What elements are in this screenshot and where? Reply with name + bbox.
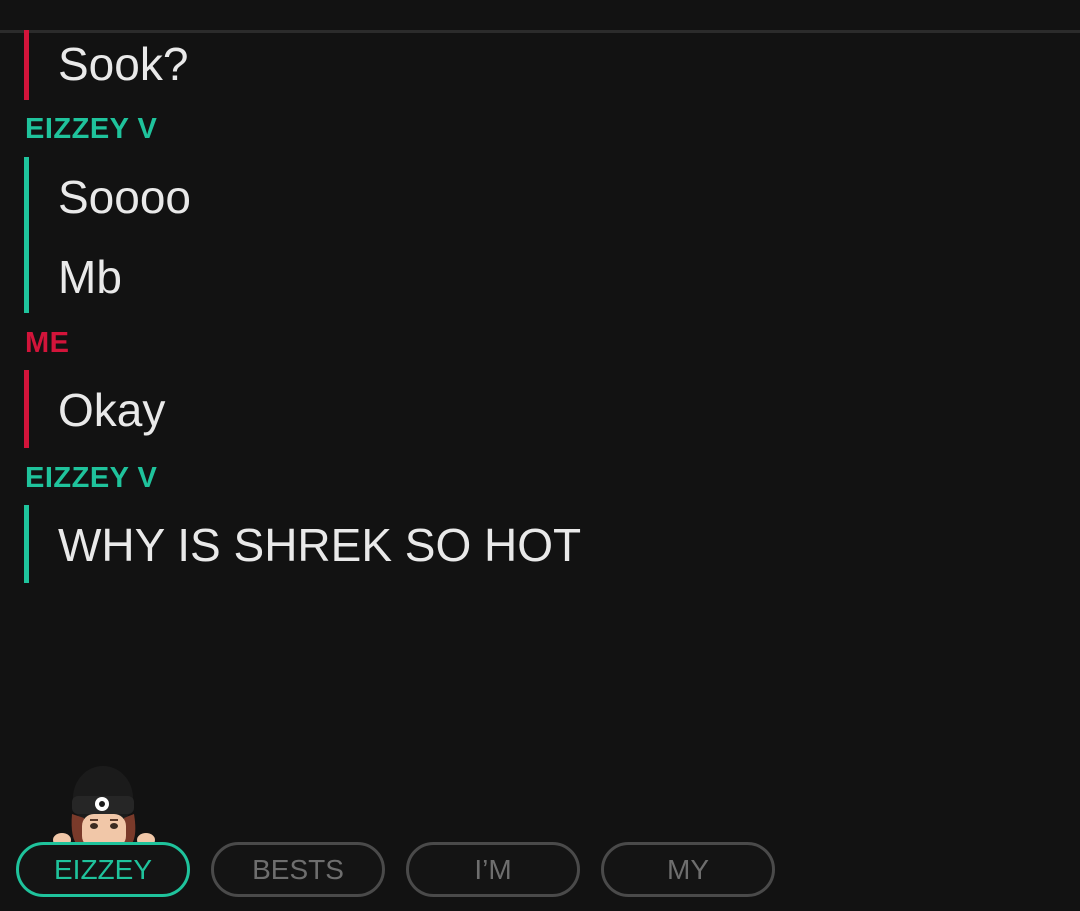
message-group-them: WHY IS SHREK SO HOT <box>24 505 581 583</box>
message-text[interactable]: Okay <box>58 382 165 438</box>
bitmoji-avatar-icon[interactable] <box>50 762 160 848</box>
chip-im[interactable]: I’M <box>406 842 580 897</box>
quick-reply-chips: EIZZEY BESTS I’M MY <box>0 842 1080 902</box>
message-text[interactable]: Sook? <box>58 36 188 92</box>
message-group-them: Soooo Mb <box>24 157 191 313</box>
top-divider <box>0 30 1080 33</box>
sender-label: EIZZEY V <box>25 113 158 145</box>
chip-bests[interactable]: BESTS <box>211 842 385 897</box>
message-text[interactable]: WHY IS SHREK SO HOT <box>58 517 581 573</box>
message-text[interactable]: Mb <box>58 249 122 305</box>
sender-label: EIZZEY V <box>25 462 158 494</box>
sender-label: ME <box>25 327 70 359</box>
message-group-me: Okay <box>24 370 165 448</box>
chip-eizzey[interactable]: EIZZEY <box>16 842 190 897</box>
message-group-me: Sook? <box>24 30 188 100</box>
message-text[interactable]: Soooo <box>58 169 191 225</box>
chip-my[interactable]: MY <box>601 842 775 897</box>
